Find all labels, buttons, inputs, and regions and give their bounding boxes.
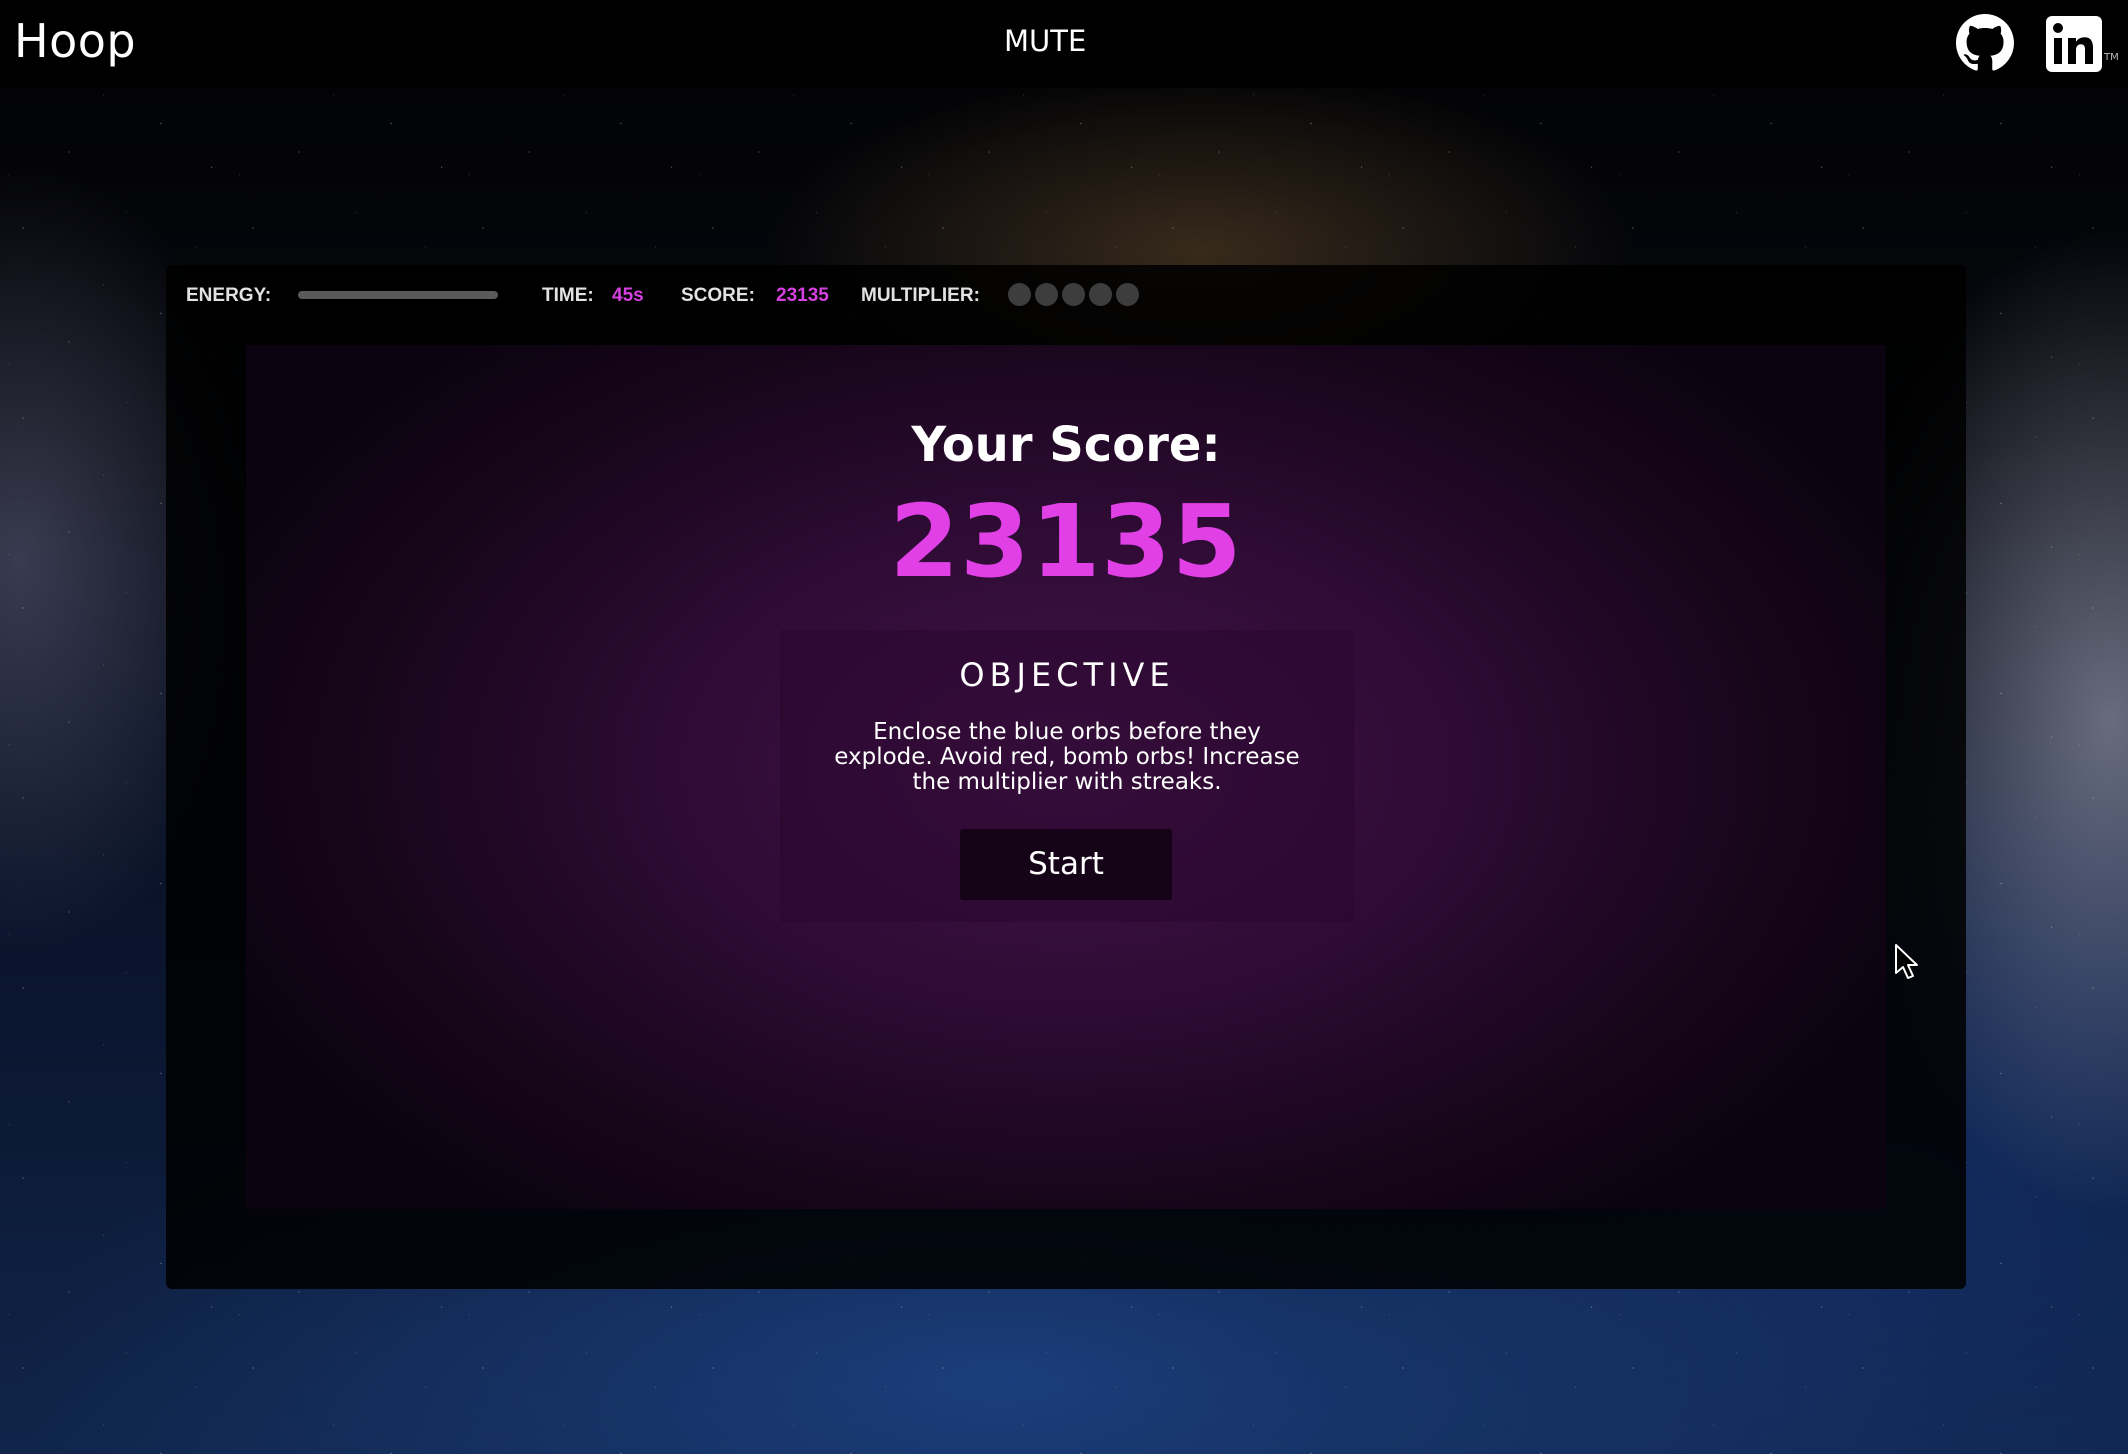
start-button[interactable]: Start <box>960 829 1172 900</box>
multiplier-indicator <box>1008 283 1139 306</box>
score-label: SCORE: <box>681 285 755 306</box>
top-bar: Hoop MUTE TM <box>0 0 2128 88</box>
objective-box: OBJECTIVE Enclose the blue orbs before t… <box>780 630 1354 922</box>
final-score-title: Your Score: <box>911 417 1221 473</box>
mute-button[interactable]: MUTE <box>1004 24 1086 58</box>
github-icon[interactable] <box>1956 14 2014 72</box>
game-panel: ENERGY: TIME: 45s SCORE: 23135 MULTIPLIE… <box>166 265 1966 1289</box>
multiplier-dot <box>1089 283 1112 306</box>
hud-bar: ENERGY: TIME: 45s SCORE: 23135 MULTIPLIE… <box>166 265 1966 345</box>
multiplier-dot <box>1008 283 1031 306</box>
linkedin-icon[interactable] <box>2044 14 2104 74</box>
mouse-cursor-icon <box>1895 944 1918 979</box>
game-arena[interactable]: Your Score: 23135 OBJECTIVE Enclose the … <box>246 345 1886 1209</box>
multiplier-dot <box>1035 283 1058 306</box>
brand-title: Hoop <box>14 14 137 68</box>
energy-bar <box>298 291 498 299</box>
multiplier-dot <box>1116 283 1139 306</box>
linkedin-trademark: TM <box>2104 52 2119 63</box>
multiplier-dot <box>1062 283 1085 306</box>
multiplier-label: MULTIPLIER: <box>861 285 980 306</box>
objective-text: Enclose the blue orbs before they explod… <box>834 719 1300 795</box>
objective-title: OBJECTIVE <box>959 656 1175 694</box>
game-page: Hoop MUTE TM ENERGY: TIME: 45s SCORE: 23… <box>0 0 2128 1454</box>
energy-label: ENERGY: <box>186 285 272 306</box>
score-value: 23135 <box>776 285 829 306</box>
time-value: 45s <box>612 285 644 306</box>
time-label: TIME: <box>542 285 594 306</box>
final-score-value: 23135 <box>889 483 1243 600</box>
